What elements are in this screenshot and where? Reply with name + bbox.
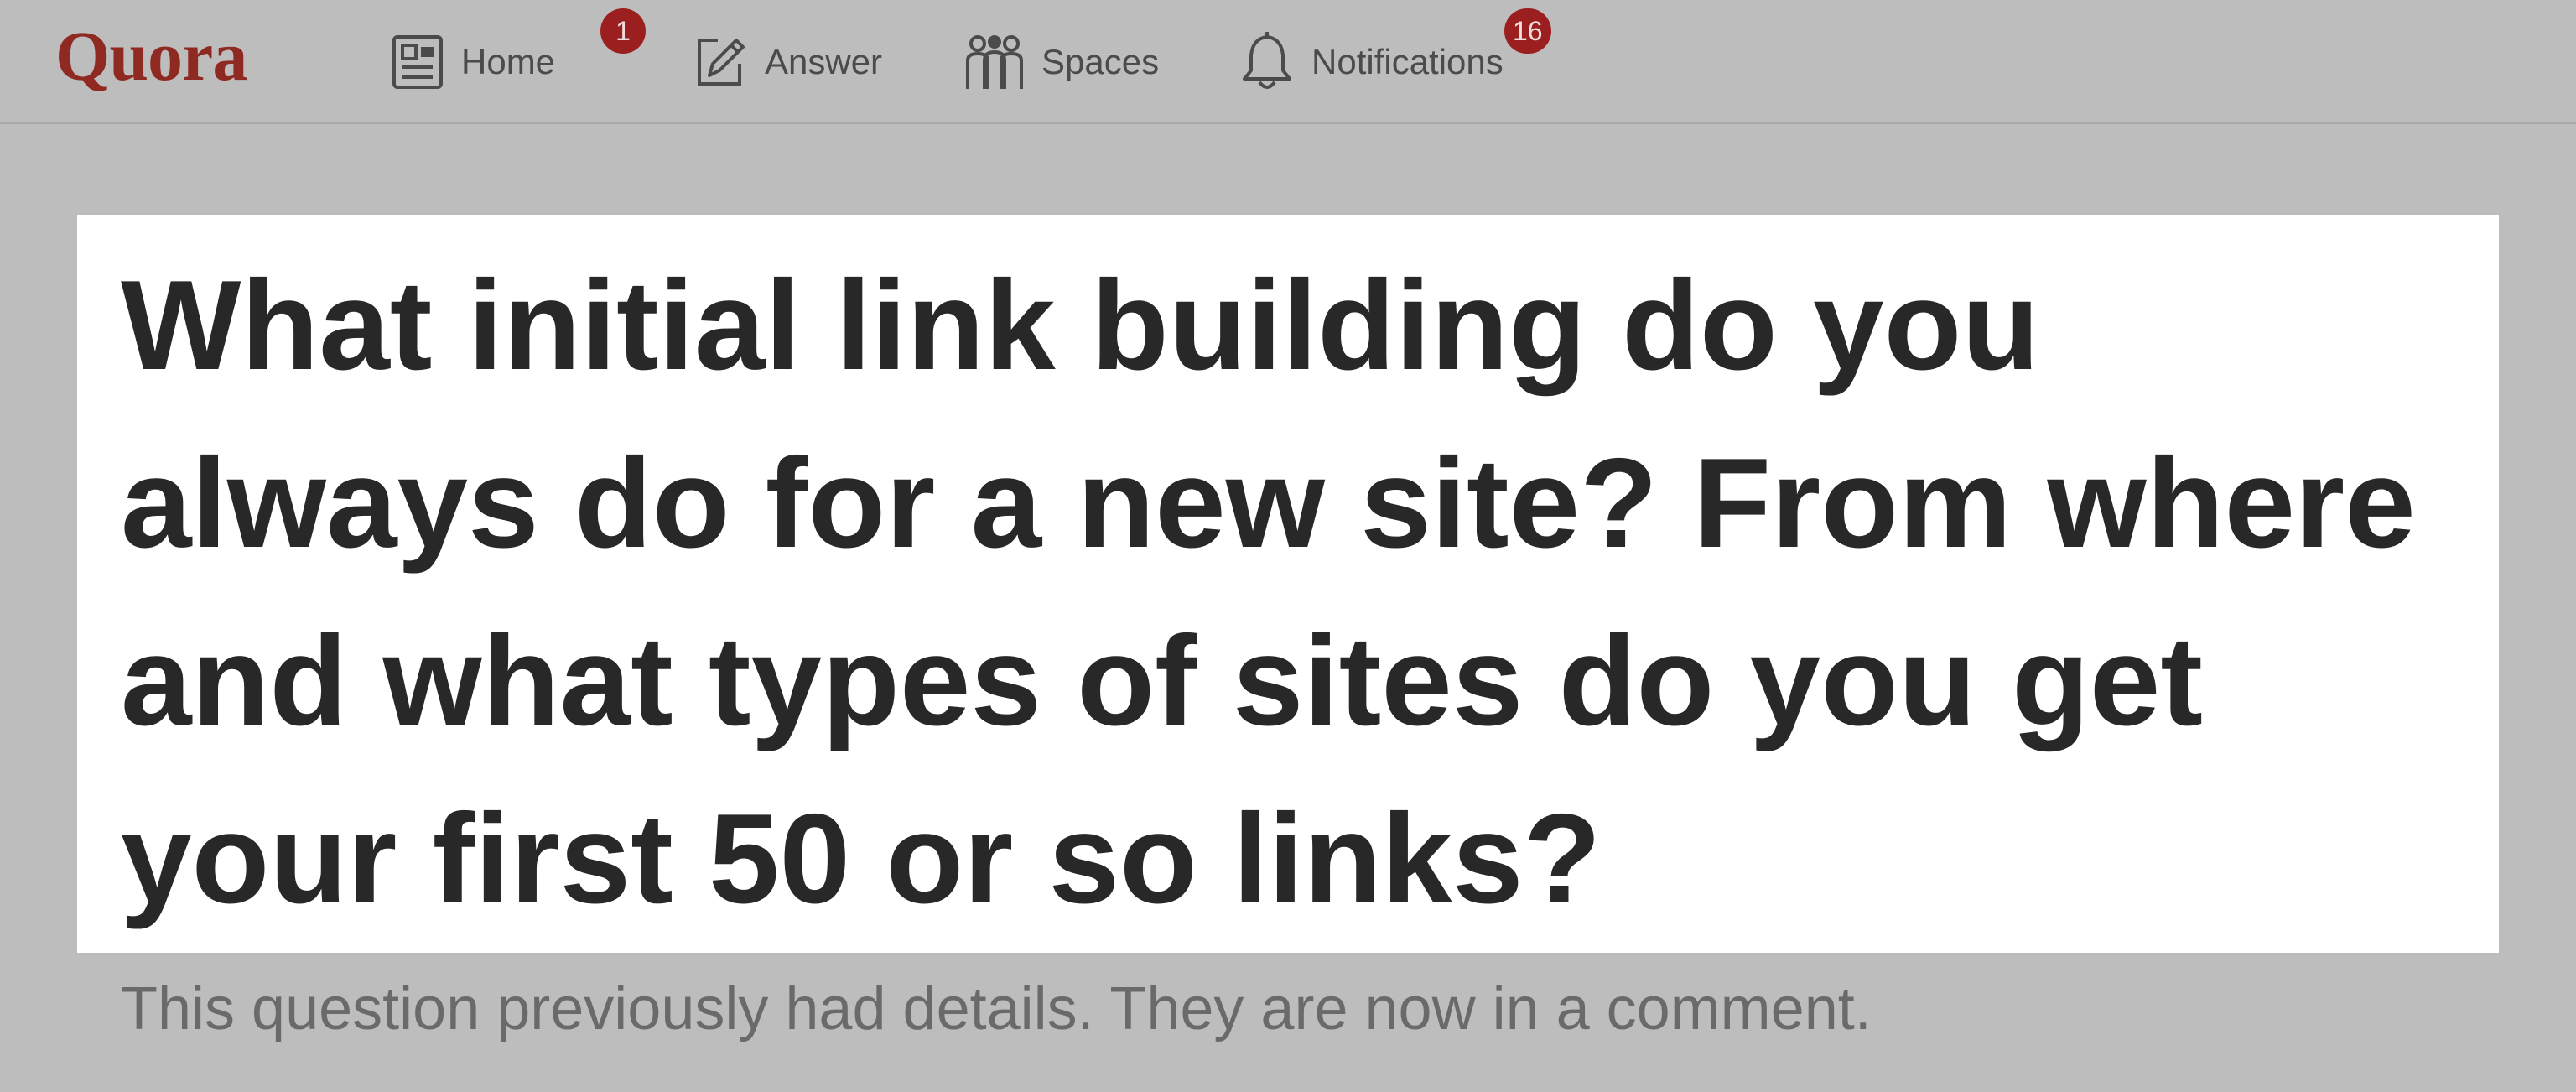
quora-logo[interactable]: Quora (55, 22, 247, 92)
nav-home-label: Home (461, 42, 556, 81)
nav-notifications[interactable]: Notifications (1239, 30, 1504, 94)
newspaper-icon (391, 34, 444, 91)
notifications-badge: 16 (1504, 8, 1551, 54)
nav-home[interactable]: Home (391, 30, 555, 94)
bell-icon (1239, 32, 1295, 92)
nav-spaces-label: Spaces (1041, 42, 1160, 81)
question-details-note: This question previously had details. Th… (121, 975, 1872, 1043)
top-navigation-bar: Quora Home 1 Answer Spaces Notifications… (0, 0, 2576, 124)
nav-notifications-label: Notifications (1311, 42, 1504, 81)
nav-answer-label: Answer (765, 42, 883, 81)
pencil-square-icon (693, 34, 748, 91)
home-badge: 1 (600, 8, 646, 54)
people-group-icon (964, 32, 1025, 92)
question-card: What initial link building do you always… (77, 215, 2499, 953)
nav-spaces[interactable]: Spaces (964, 30, 1159, 94)
nav-answer[interactable]: Answer (693, 30, 882, 94)
question-title[interactable]: What initial link building do you always… (121, 237, 2455, 948)
